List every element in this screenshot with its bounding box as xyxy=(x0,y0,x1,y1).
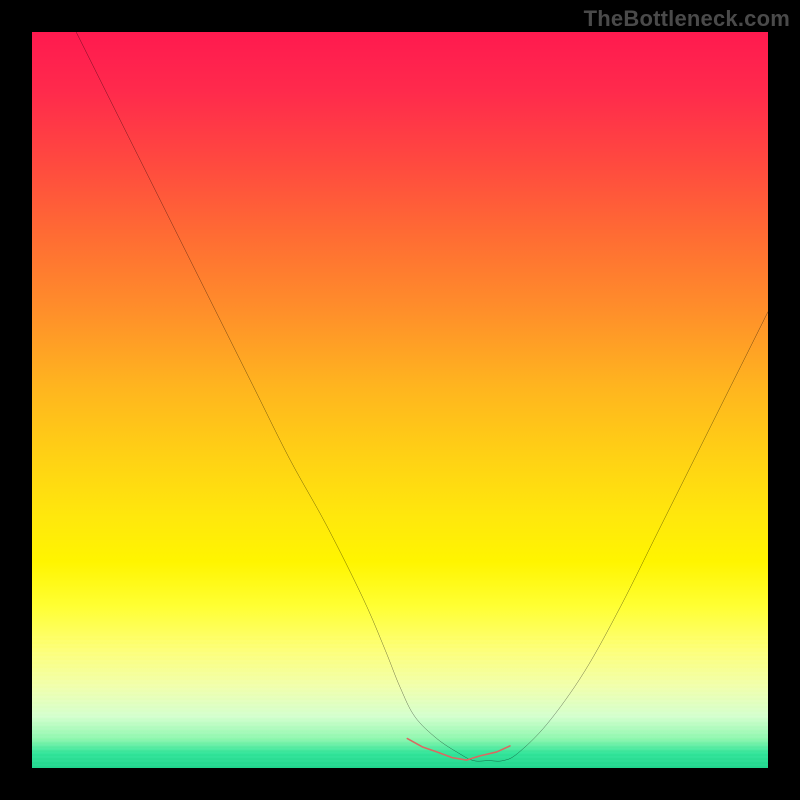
valley-marker-path xyxy=(407,739,510,760)
gradient-banding xyxy=(32,636,768,768)
chart-svg xyxy=(32,32,768,768)
watermark-text: TheBottleneck.com xyxy=(584,6,790,32)
main-curve-path xyxy=(76,32,768,761)
plot-area xyxy=(32,32,768,768)
chart-frame: TheBottleneck.com xyxy=(0,0,800,800)
